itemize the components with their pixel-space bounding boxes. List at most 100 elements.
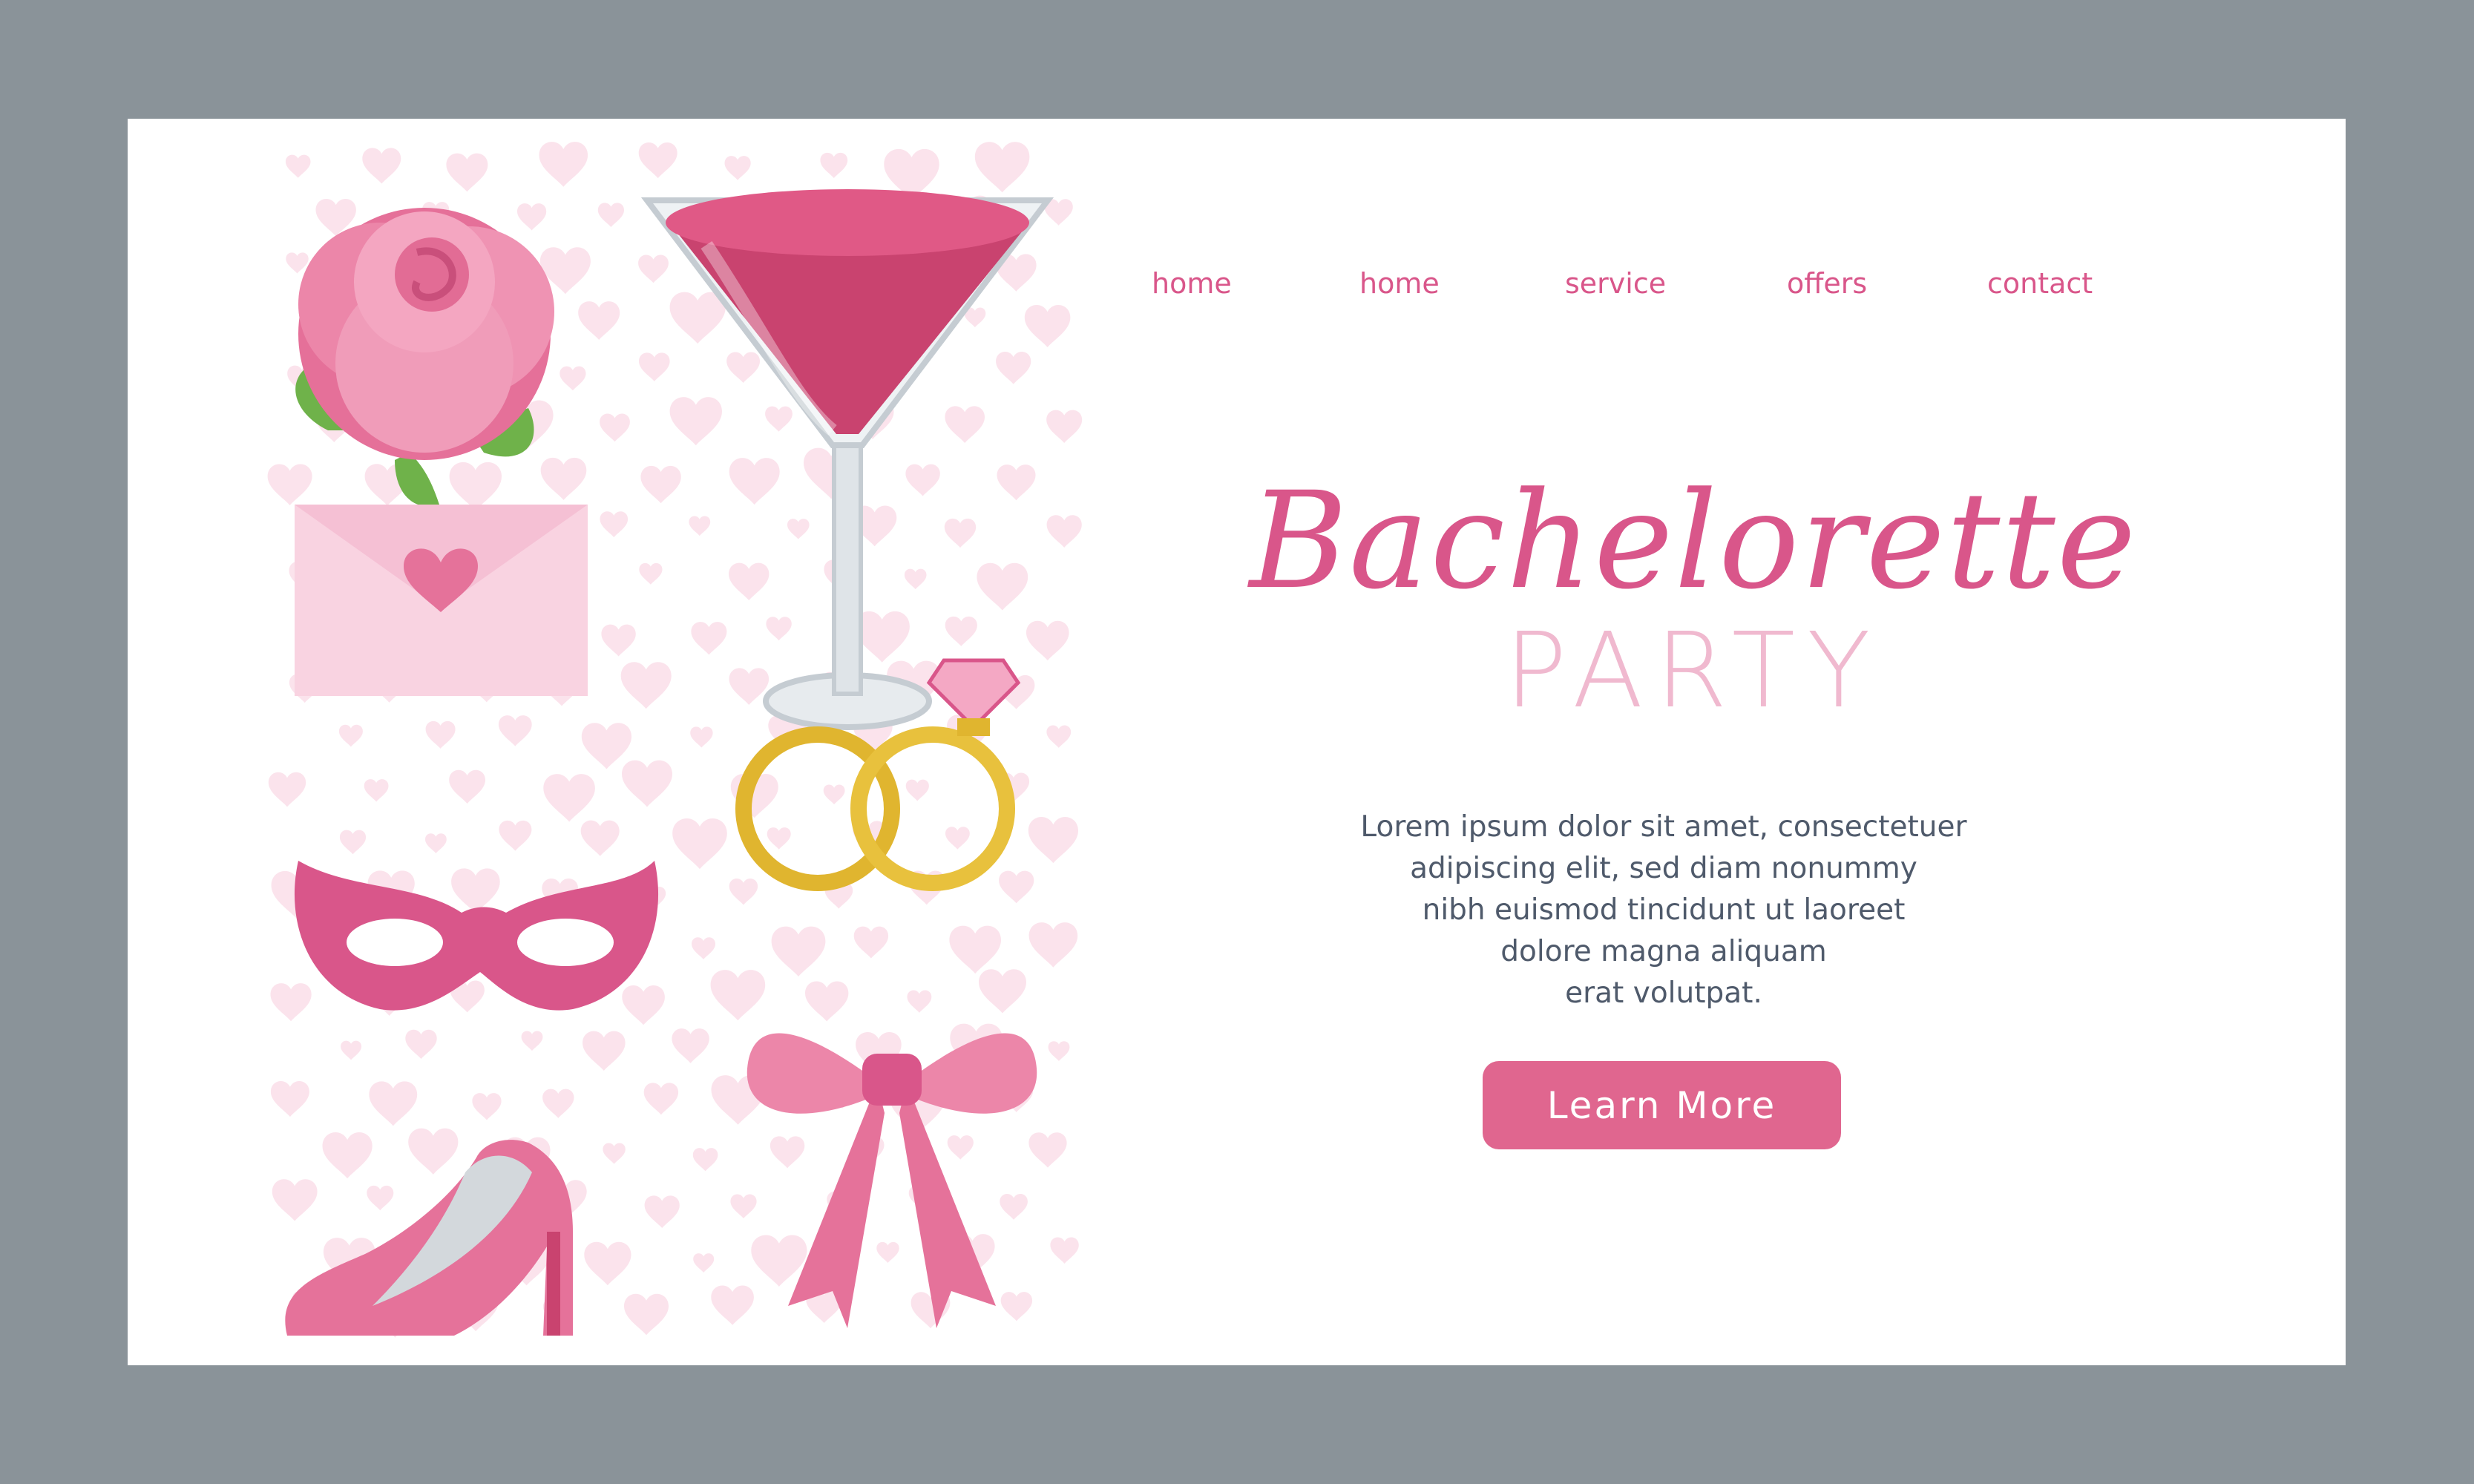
heart-icon [580, 820, 620, 856]
heart-icon [362, 148, 401, 184]
heart-icon [644, 1195, 680, 1229]
heart-icon [974, 142, 1030, 193]
heart-icon [1028, 1132, 1067, 1168]
landing-page: home home service offers contact Bachelo… [128, 119, 2346, 1365]
heart-icon [341, 1040, 362, 1060]
heart-icon [499, 820, 532, 851]
nav-item-home[interactable]: home [1152, 267, 1232, 300]
heart-icon [425, 833, 447, 853]
heart-icon [907, 990, 932, 1013]
heart-icon [1048, 1041, 1070, 1061]
heart-icon [692, 937, 715, 959]
heart-icon [640, 465, 681, 504]
heart-icon [726, 352, 760, 383]
heart-icon [270, 983, 312, 1022]
heart-icon [787, 519, 810, 539]
heart-icon [638, 142, 677, 179]
heart-icon [603, 1143, 626, 1164]
heart-icon [268, 772, 306, 807]
heart-icon [1028, 816, 1078, 864]
heart-icon [498, 715, 532, 746]
heart-icon [367, 1185, 394, 1211]
heart-icon [765, 406, 793, 432]
heart-icon [338, 724, 363, 747]
heart-icon [272, 1179, 318, 1221]
heart-icon [451, 868, 500, 914]
heart-icon [979, 969, 1026, 1014]
heart-icon [711, 1285, 754, 1325]
heart-icon [729, 458, 780, 505]
heart-icon [584, 1241, 631, 1286]
heart-icon [876, 1241, 899, 1264]
heart-icon [820, 152, 848, 178]
heart-icon [771, 926, 826, 977]
heart-icon [999, 870, 1034, 904]
heart-icon [693, 1253, 715, 1273]
nav-item-contact[interactable]: contact [1987, 267, 2093, 300]
heart-icon [947, 1135, 974, 1160]
heart-icon [996, 351, 1031, 384]
nav-item-service[interactable]: service [1565, 267, 1666, 300]
heart-icon [539, 142, 588, 187]
heart-icon [446, 153, 488, 192]
heart-icon [472, 1093, 502, 1120]
heart-icon [1046, 410, 1083, 443]
heart-icon [689, 516, 711, 536]
description-line-2: adipiscing elit, sed diam nonummy [1410, 852, 1917, 885]
heart-icon [1000, 1292, 1033, 1322]
heart-icon [425, 720, 456, 749]
hero-headline: Bachelorette PARTY [1211, 467, 2176, 727]
heart-icon [1028, 922, 1078, 968]
heart-icon [905, 464, 940, 496]
heart-icon [600, 413, 630, 442]
description-line-3: nibh euismod tincidunt ut laoreet [1422, 893, 1906, 927]
learn-more-button[interactable]: Learn More [1483, 1061, 1841, 1149]
nav-item-home-2[interactable]: home [1359, 267, 1440, 300]
heart-icon [449, 769, 485, 804]
heart-icon [408, 1128, 459, 1175]
heart-icon [751, 1235, 807, 1287]
rose-icon [295, 208, 554, 507]
envelope-icon [295, 505, 588, 696]
heart-icon [945, 406, 985, 443]
headline-subtitle: PARTY [1504, 611, 1883, 732]
heart-icon [724, 156, 751, 180]
heart-icon [1046, 515, 1082, 548]
heart-icon [945, 827, 970, 850]
heart-icon [322, 1132, 373, 1179]
heart-icon [729, 668, 770, 705]
heart-icon [581, 723, 631, 769]
heart-icon [597, 203, 624, 227]
heart-icon [904, 568, 927, 590]
heart-icon [639, 562, 663, 585]
heart-icon [267, 464, 312, 505]
heart-icon [449, 462, 502, 511]
description-line-1: Lorem ipsum dolor sit amet, consectetuer [1360, 810, 1967, 844]
heart-icon [639, 352, 670, 381]
heart-icon [643, 1083, 679, 1115]
heart-icon [944, 518, 977, 548]
heart-icon [767, 827, 791, 850]
heart-icon [730, 1194, 757, 1219]
heart-icon [997, 464, 1036, 501]
heart-icon [729, 878, 758, 905]
heart-icon [521, 1031, 543, 1051]
heart-icon [690, 726, 713, 748]
heart-icon [1050, 1237, 1079, 1264]
nav-item-offers[interactable]: offers [1787, 267, 1867, 300]
illustration-panel [128, 119, 1092, 1365]
heart-icon [286, 252, 309, 274]
heart-icon [622, 985, 665, 1025]
heart-icon [669, 292, 726, 344]
heart-icon [364, 779, 389, 802]
heart-icon [517, 203, 547, 231]
headline-script-title: Bachelorette [1249, 464, 2138, 619]
heart-icon [1046, 725, 1072, 748]
heart-icon [560, 366, 586, 391]
heart-icon [638, 255, 669, 283]
heart-icon [620, 662, 672, 709]
heart-icon [729, 562, 770, 601]
illustration-canvas [267, 142, 1083, 1338]
heart-icon [672, 1028, 709, 1063]
heart-icon [672, 818, 727, 870]
